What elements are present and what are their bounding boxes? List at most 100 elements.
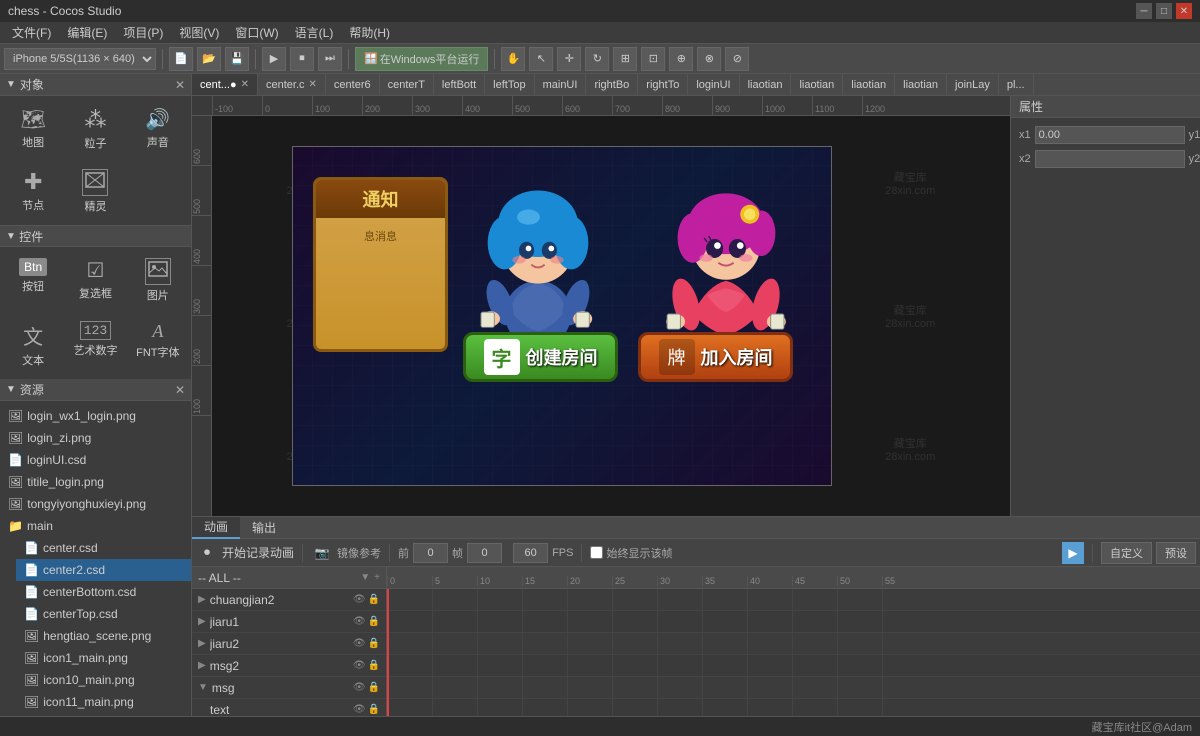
tl-always-show-checkbox[interactable] xyxy=(590,546,603,559)
res-loginui[interactable]: 📄 loginUI.csd xyxy=(0,449,191,471)
menu-file[interactable]: 文件(F) xyxy=(4,22,59,43)
tl-cell-t-8[interactable] xyxy=(747,699,792,716)
tb-save-btn[interactable]: 💾 xyxy=(225,47,249,71)
track-chuangjian2-lock[interactable]: 🔒 xyxy=(368,594,380,605)
tb-step-btn[interactable]: ⏭ xyxy=(318,47,342,71)
tl-cell-j2-4[interactable] xyxy=(567,633,612,654)
tl-cell-t-10[interactable] xyxy=(837,699,882,716)
tl-cell-m-11[interactable] xyxy=(882,677,927,698)
close-button[interactable]: ✕ xyxy=(1176,3,1192,19)
tab-loginUI[interactable]: loginUI xyxy=(688,74,739,96)
tl-cell-j1-7[interactable] xyxy=(702,611,747,632)
track-msg-expand[interactable]: ▼ xyxy=(198,682,208,693)
tl-cell-t-5[interactable] xyxy=(612,699,657,716)
tl-cell-c2-9[interactable] xyxy=(792,589,837,610)
tb-select-tool[interactable]: ↖ xyxy=(529,47,553,71)
obj-map[interactable]: 🗺 地图 xyxy=(4,100,62,158)
tl-cell-j1-5[interactable] xyxy=(612,611,657,632)
res-folder-main-header[interactable]: 📁 main xyxy=(0,515,191,537)
tl-cell-c2-2[interactable] xyxy=(477,589,522,610)
tl-cell-m2-6[interactable] xyxy=(657,655,702,676)
track-jiaru2-eye[interactable]: 👁 xyxy=(353,638,366,649)
tl-cell-j2-2[interactable] xyxy=(477,633,522,654)
resources-collapse-arrow[interactable]: ▼ xyxy=(6,384,16,395)
track-jiaru2-lock[interactable]: 🔒 xyxy=(368,638,380,649)
tl-cell-j2-11[interactable] xyxy=(882,633,927,654)
obj-sprite[interactable]: 精灵 xyxy=(66,162,124,221)
tb-tool5[interactable]: ⊡ xyxy=(641,47,665,71)
tl-cell-j1-0[interactable] xyxy=(387,611,432,632)
tl-cell-c2-3[interactable] xyxy=(522,589,567,610)
tab-center-c-close[interactable]: ✕ xyxy=(309,79,317,90)
tl-custom-btn[interactable]: 自定义 xyxy=(1101,542,1152,564)
tl-cell-m-4[interactable] xyxy=(567,677,612,698)
tl-cell-t-4[interactable] xyxy=(567,699,612,716)
tl-cell-m2-10[interactable] xyxy=(837,655,882,676)
tb-rotate-tool[interactable]: ↻ xyxy=(585,47,609,71)
res-hengtiao[interactable]: 🖼 hengtiao_scene.png xyxy=(16,625,191,647)
track-jiaru1-lock[interactable]: 🔒 xyxy=(368,616,380,627)
device-select[interactable]: iPhone 5/5S(1136 × 640) xyxy=(4,48,156,70)
tl-cell-j1-6[interactable] xyxy=(657,611,702,632)
tl-cell-m2-7[interactable] xyxy=(702,655,747,676)
tab-rightBo[interactable]: rightBo xyxy=(586,74,638,96)
tab-joinLay[interactable]: joinLay xyxy=(947,74,999,96)
res-tongyiy[interactable]: 🖼 tongyiyonghuxieyi.png xyxy=(0,493,191,515)
menu-window[interactable]: 窗口(W) xyxy=(227,22,286,43)
tl-cell-t-9[interactable] xyxy=(792,699,837,716)
tl-cell-m-1[interactable] xyxy=(432,677,477,698)
tab-leftTop[interactable]: leftTop xyxy=(485,74,534,96)
tl-cell-j2-1[interactable] xyxy=(432,633,477,654)
track-msg-lock[interactable]: 🔒 xyxy=(368,682,380,693)
res-titile[interactable]: 🖼 titile_login.png xyxy=(0,471,191,493)
tb-open-btn[interactable]: 📂 xyxy=(197,47,221,71)
track-msg-eye[interactable]: 👁 xyxy=(353,682,366,693)
tl-cell-j2-10[interactable] xyxy=(837,633,882,654)
maximize-button[interactable]: □ xyxy=(1156,3,1172,19)
menu-help[interactable]: 帮助(H) xyxy=(341,22,398,43)
track-chuangjian2-eye[interactable]: 👁 xyxy=(353,594,366,605)
tl-after-val[interactable] xyxy=(467,543,502,563)
tl-cell-m-0[interactable] xyxy=(387,677,432,698)
prop-x1-input[interactable] xyxy=(1035,126,1185,144)
menu-edit[interactable]: 编辑(E) xyxy=(59,22,115,43)
tl-fps-val[interactable] xyxy=(513,543,548,563)
tab-cent-dot-close[interactable]: ✕ xyxy=(241,79,249,90)
tl-cell-m2-9[interactable] xyxy=(792,655,837,676)
tl-cell-j2-0[interactable] xyxy=(387,633,432,654)
tl-cell-m-10[interactable] xyxy=(837,677,882,698)
tl-cell-t-0[interactable] xyxy=(387,699,432,716)
tl-cell-t-11[interactable] xyxy=(882,699,927,716)
tl-cell-j1-11[interactable] xyxy=(882,611,927,632)
tl-cell-m2-11[interactable] xyxy=(882,655,927,676)
tab-liaotian4[interactable]: liaotian xyxy=(895,74,947,96)
res-icon10[interactable]: 🖼 icon10_main.png xyxy=(16,669,191,691)
tb-move-tool[interactable]: ✛ xyxy=(557,47,581,71)
tb-new-btn[interactable]: 📄 xyxy=(169,47,193,71)
tl-before-val[interactable] xyxy=(413,543,448,563)
tl-record-icon[interactable]: ⏺ xyxy=(196,542,218,564)
ctrl-artnum[interactable]: 123 艺术数字 xyxy=(66,314,124,375)
tl-cell-c2-7[interactable] xyxy=(702,589,747,610)
tab-rightTo[interactable]: rightTo xyxy=(638,74,688,96)
res-login-zi[interactable]: 🖼 login_zi.png xyxy=(0,427,191,449)
tab-liaotian2[interactable]: liaotian xyxy=(791,74,843,96)
tab-liaotian3[interactable]: liaotian xyxy=(843,74,895,96)
track-text-lock[interactable]: 🔒 xyxy=(368,704,380,715)
res-centerbot[interactable]: 📄 centerBottom.csd xyxy=(16,581,191,603)
tl-tab-output[interactable]: 输出 xyxy=(240,517,288,539)
res-center2-csd[interactable]: 📄 center2.csd xyxy=(16,559,191,581)
ctrl-fnt[interactable]: A FNT字体 xyxy=(129,314,187,375)
track-msg2-expand[interactable]: ▶ xyxy=(198,660,206,671)
btn-join-room[interactable]: 牌 加入房间 xyxy=(638,332,793,382)
tl-preview-btn[interactable]: 预设 xyxy=(1156,542,1196,564)
all-filter-icon[interactable]: ▼ xyxy=(360,572,370,583)
tl-cell-m-7[interactable] xyxy=(702,677,747,698)
track-msg2-lock[interactable]: 🔒 xyxy=(368,660,380,671)
tl-cell-t-7[interactable] xyxy=(702,699,747,716)
tl-cell-j2-9[interactable] xyxy=(792,633,837,654)
objects-close[interactable]: ✕ xyxy=(175,78,185,92)
minimize-button[interactable]: ─ xyxy=(1136,3,1152,19)
tl-always-show-label[interactable]: 始终显示该帧 xyxy=(590,545,672,561)
tl-cell-j1-4[interactable] xyxy=(567,611,612,632)
